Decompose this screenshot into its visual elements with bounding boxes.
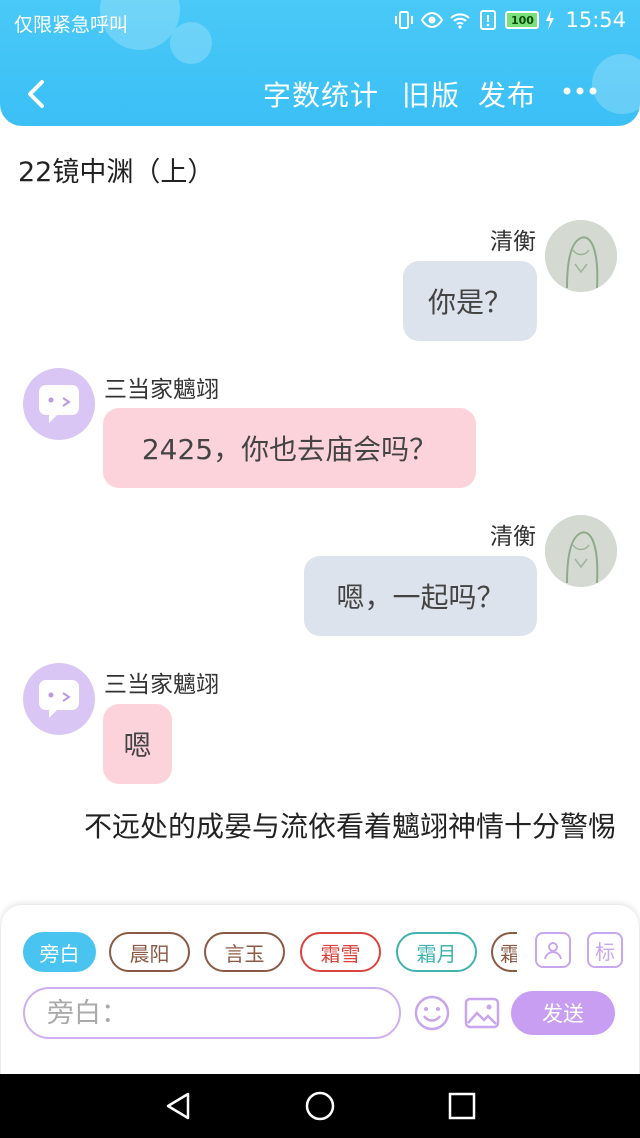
compose-panel: 旁白 晨阳 言玉 霜雪 霜月 霜 标 发送 bbox=[0, 904, 640, 1076]
eye-icon bbox=[421, 11, 444, 29]
nav-bar: 字数统计 旧版 发布 bbox=[0, 60, 640, 126]
avatar[interactable] bbox=[23, 663, 95, 735]
home-circle-icon[interactable] bbox=[304, 1090, 336, 1122]
battery-icon: 100 bbox=[505, 11, 540, 29]
character-sketch-icon bbox=[545, 515, 617, 587]
emoji-icon[interactable] bbox=[413, 994, 451, 1032]
image-icon[interactable] bbox=[463, 994, 501, 1032]
speaker-name: 三当家魑翊 bbox=[104, 377, 219, 403]
tag-button[interactable]: 标 bbox=[587, 932, 623, 968]
avatar[interactable] bbox=[545, 220, 617, 292]
role-manage-button[interactable] bbox=[535, 932, 571, 968]
back-triangle-icon[interactable] bbox=[162, 1090, 194, 1122]
app-header: 仅限紧急呼叫 100 15:54 字数统计 旧版 发布 bbox=[0, 0, 640, 126]
role-chip[interactable]: 霜 bbox=[491, 932, 517, 972]
carrier-text: 仅限紧急呼叫 bbox=[14, 14, 129, 36]
speaker-name: 清衡 bbox=[490, 229, 536, 255]
chat-bubble-face-icon bbox=[39, 680, 79, 718]
speaker-name: 清衡 bbox=[490, 524, 536, 550]
role-chip[interactable]: 晨阳 bbox=[109, 932, 190, 972]
avatar[interactable] bbox=[545, 515, 617, 587]
character-sketch-icon bbox=[545, 220, 617, 292]
publish-button[interactable]: 发布 bbox=[478, 74, 536, 114]
role-chip[interactable]: 霜雪 bbox=[300, 932, 381, 972]
message-bubble[interactable]: 嗯，一起吗？ bbox=[304, 556, 537, 636]
narration-text[interactable]: 不远处的成晏与流依看着魑翊神情十分警惕 bbox=[28, 808, 618, 846]
message-bubble[interactable]: 你是？ bbox=[403, 261, 537, 341]
role-chip[interactable]: 霜月 bbox=[396, 932, 477, 972]
old-version-button[interactable]: 旧版 bbox=[402, 74, 460, 114]
message-bubble[interactable]: 2425，你也去庙会吗？ bbox=[103, 408, 476, 488]
person-icon bbox=[544, 942, 562, 960]
chapter-title: 22镜中渊（上） bbox=[18, 157, 215, 188]
alert-icon bbox=[480, 10, 497, 30]
word-count-button[interactable]: 字数统计 bbox=[263, 74, 379, 114]
message-bubble[interactable]: 嗯 bbox=[103, 704, 172, 784]
status-icons: 100 15:54 bbox=[393, 8, 626, 32]
role-chip[interactable]: 言玉 bbox=[204, 932, 285, 972]
send-button[interactable]: 发送 bbox=[511, 991, 615, 1035]
clock: 15:54 bbox=[565, 8, 626, 32]
message-input[interactable] bbox=[23, 987, 401, 1039]
system-nav-bar bbox=[0, 1074, 640, 1138]
more-options-icon[interactable] bbox=[560, 76, 600, 106]
back-arrow-icon[interactable] bbox=[18, 74, 58, 114]
wifi-icon bbox=[450, 13, 471, 29]
vibrate-icon bbox=[395, 11, 414, 29]
charging-icon bbox=[546, 10, 555, 30]
avatar[interactable] bbox=[23, 368, 95, 440]
recents-square-icon[interactable] bbox=[446, 1090, 478, 1122]
chat-bubble-face-icon bbox=[39, 385, 79, 423]
role-chip-narrator[interactable]: 旁白 bbox=[23, 932, 96, 972]
speaker-name: 三当家魑翊 bbox=[104, 672, 219, 698]
status-bar: 仅限紧急呼叫 100 15:54 bbox=[0, 0, 640, 44]
